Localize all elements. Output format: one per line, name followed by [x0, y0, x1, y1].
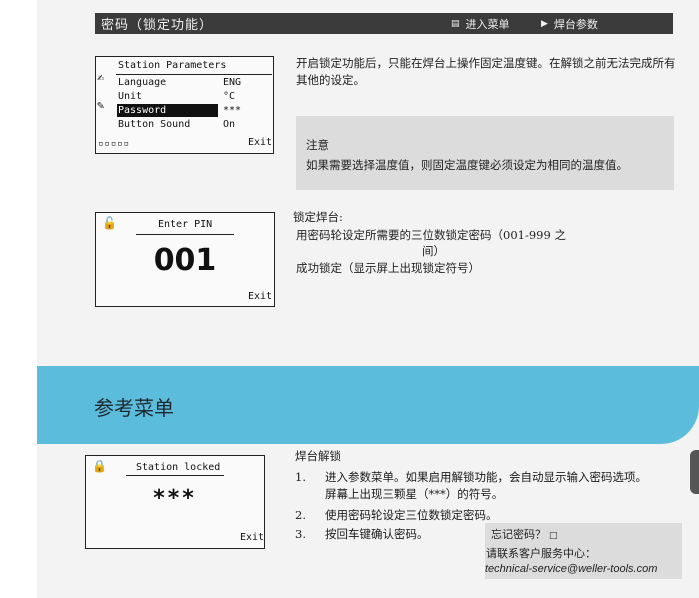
forgot-password-box: 忘记密码？ □ 请联系客户服务中心： technical-service@well… [485, 523, 682, 579]
language-icon: ✍ [97, 70, 105, 84]
section-header: 密码（锁定功能） ▤ 进入菜单 ▶ 焊台参数 [95, 13, 673, 34]
exit-label[interactable]: Exit [248, 291, 272, 302]
nav-station-params[interactable]: ▶ 焊台参数 [541, 13, 598, 34]
step-number: 2. [295, 508, 306, 522]
exit-label[interactable]: Exit [248, 137, 272, 148]
pin-value: 001 [153, 243, 217, 278]
note-box: 注意 如果需要选择温度值，则固定温度键必须设定为相同的温度值。 [296, 116, 674, 190]
lock-open-icon: 🔓 [102, 216, 117, 230]
menu-icon: ▤ [451, 18, 460, 29]
row-value: On [223, 119, 236, 130]
step-text: 进入参数菜单。如果启用解锁功能，会自动显示输入密码选项。 [325, 470, 647, 484]
lcd-station-parameters: Station Parameters ✍ ✎ Language ENG Unit… [95, 56, 274, 154]
lcd-enter-pin: 🔓 Enter PIN 001 Exit [95, 212, 275, 307]
step-text: 按回车键确认密码。 [325, 527, 429, 541]
lock-line3: 成功锁定（显示屏上出现锁定符号） [296, 261, 480, 275]
lcd-title: Enter PIN [158, 219, 213, 230]
row-label: Button Sound [118, 119, 191, 130]
row-value: *** [223, 105, 242, 116]
row-value: ENG [223, 77, 242, 88]
lock-line2: 间） [422, 244, 445, 258]
forgot-title-text: 忘记密码？ [491, 528, 546, 541]
step-text: 使用密码轮设定三位数锁定密码。 [325, 508, 498, 522]
intro-text: 开启锁定功能后，只能在焊台上操作固定温度键。在解锁之前无法完成所有其他的设定。 [296, 56, 676, 87]
lcd-title: Station Parameters [118, 60, 227, 71]
step-text-cont: 屏幕上出现三颗星（***）的符号。 [325, 487, 504, 501]
divider [116, 74, 272, 75]
forgot-line1: 请联系客户服务中心： [486, 547, 596, 560]
note-title: 注意 [306, 138, 329, 152]
reference-menu-banner: 参考菜单 [37, 366, 699, 444]
lcd-title: Station locked [136, 462, 221, 473]
divider [136, 234, 234, 235]
nav-enter-menu[interactable]: ▤ 进入菜单 [451, 13, 510, 34]
lock-closed-icon: 🔒 [92, 459, 107, 473]
triangle-right-icon: ▶ [541, 18, 548, 29]
exit-label[interactable]: Exit [240, 532, 264, 543]
settings-icon: ✎ [97, 98, 105, 112]
forgot-title: 忘记密码？ □ [491, 526, 558, 545]
row-label-selected: Password [118, 105, 167, 116]
password-stars: *** [153, 486, 197, 511]
note-body: 如果需要选择温度值，则固定温度键必须设定为相同的温度值。 [306, 158, 628, 172]
lcd-station-locked: 🔒 Station locked *** Exit [85, 455, 265, 549]
small-square-icon: □ [549, 531, 558, 541]
row-label: Language [118, 77, 167, 88]
section-title: 密码（锁定功能） [101, 18, 214, 33]
reference-menu-title: 参考菜单 [94, 396, 174, 420]
side-tab [690, 450, 699, 494]
nav-params-label: 焊台参数 [553, 17, 598, 31]
divider [126, 475, 224, 476]
row-label: Unit [118, 91, 143, 102]
lock-line1: 用密码轮设定所需要的三位数锁定密码（001-999 之 [296, 228, 566, 242]
step-number: 1. [295, 470, 306, 484]
unlock-heading: 焊台解锁 [295, 449, 341, 463]
support-email-link[interactable]: technical-service@weller-tools.com [485, 561, 657, 578]
lock-heading: 锁定焊台: [293, 210, 343, 224]
step-number: 3. [295, 527, 306, 541]
page-dots: ▫▫▫▫▫ [98, 139, 131, 149]
nav-enter-label: 进入菜单 [465, 17, 510, 31]
row-value: °C [223, 91, 236, 102]
